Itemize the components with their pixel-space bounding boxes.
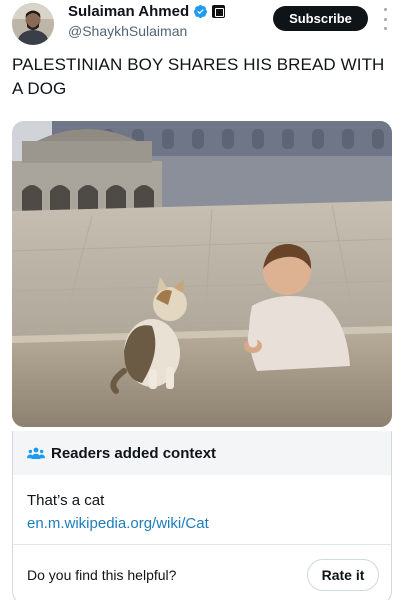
post-video[interactable] bbox=[12, 121, 392, 427]
divider bbox=[13, 544, 391, 545]
note-header[interactable]: Readers added context bbox=[13, 431, 391, 475]
community-note: Readers added context That’s a cat en.m.… bbox=[12, 431, 392, 600]
subscribe-button[interactable]: Subscribe bbox=[273, 6, 368, 31]
author-name[interactable]: Sulaiman Ahmed bbox=[68, 3, 189, 20]
rate-it-button[interactable]: Rate it bbox=[307, 559, 379, 591]
more-options-icon[interactable] bbox=[380, 8, 390, 30]
note-source-link[interactable]: en.m.wikipedia.org/wiki/Cat bbox=[27, 513, 377, 535]
post-header: Sulaiman Ahmed @ShaykhSulaiman Subscribe bbox=[0, 0, 401, 48]
helpful-question: Do you find this helpful? bbox=[27, 567, 177, 583]
note-title: Readers added context bbox=[51, 444, 217, 462]
post-text: PALESTINIAN BOY SHARES HIS BREAD WITH A … bbox=[12, 55, 385, 98]
avatar[interactable] bbox=[12, 3, 54, 45]
note-text: That’s a cat bbox=[27, 492, 105, 509]
people-icon bbox=[27, 447, 45, 459]
affiliate-badge-icon bbox=[212, 5, 226, 18]
helpful-row: Do you find this helpful? Rate it bbox=[27, 559, 379, 591]
verified-badge-icon bbox=[194, 4, 208, 19]
author-handle[interactable]: @ShaykhSulaiman bbox=[68, 23, 187, 39]
